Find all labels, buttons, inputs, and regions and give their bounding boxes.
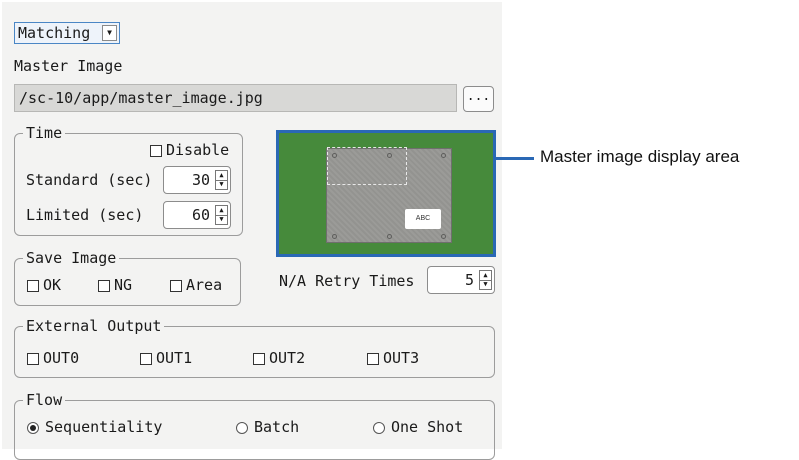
master-image-display[interactable]: ABC	[276, 130, 496, 257]
out3-label: OUT3	[383, 349, 420, 367]
out0-label: OUT0	[43, 349, 80, 367]
arrow-down-icon[interactable]: ▼	[216, 180, 227, 189]
external-output-group: External Output OUT0 OUT1 OUT2 OUT3	[14, 318, 495, 378]
standard-sec-stepper[interactable]: 30 ▲ ▼	[163, 166, 231, 194]
hole-mark	[332, 234, 337, 239]
hole-mark	[441, 234, 446, 239]
flow-group-title: Flow	[23, 392, 66, 408]
stepper-buttons[interactable]: ▲ ▼	[479, 270, 492, 290]
time-group: Time Disable Standard (sec) 30 ▲ ▼ Limit…	[14, 125, 243, 236]
time-group-title: Time	[23, 125, 66, 141]
flow-sequentiality-label: Sequentiality	[45, 418, 163, 436]
save-ok-checkbox[interactable]	[27, 280, 39, 292]
save-area-checkbox[interactable]	[170, 280, 182, 292]
na-retry-value: 5	[464, 271, 474, 289]
flow-sequentiality-radio[interactable]	[27, 422, 39, 434]
master-image-path-text: /sc-10/app/master_image.jpg	[19, 89, 263, 107]
disable-label: Disable	[166, 141, 230, 159]
mode-dropdown-value: Matching	[18, 24, 91, 42]
callout-label: Master image display area	[540, 147, 740, 166]
hole-mark	[441, 153, 446, 158]
arrow-down-icon[interactable]: ▼	[216, 215, 227, 224]
board-image: ABC	[326, 147, 452, 243]
flow-one-shot-radio[interactable]	[373, 422, 385, 434]
hole-mark	[387, 234, 392, 239]
stepper-buttons[interactable]: ▲ ▼	[215, 170, 228, 190]
disable-checkbox[interactable]	[150, 145, 162, 157]
limited-sec-label: Limited (sec)	[26, 206, 144, 224]
mode-dropdown[interactable]: Matching ▼	[14, 22, 120, 44]
flow-batch-radio[interactable]	[236, 422, 248, 434]
standard-sec-label: Standard (sec)	[26, 171, 153, 189]
out2-checkbox[interactable]	[253, 353, 265, 365]
out1-checkbox[interactable]	[140, 353, 152, 365]
save-image-group: Save Image OK NG Area	[14, 250, 241, 306]
out2-label: OUT2	[269, 349, 306, 367]
save-ng-label: NG	[114, 276, 133, 294]
limited-sec-value: 60	[191, 206, 210, 224]
external-output-group-title: External Output	[23, 318, 165, 334]
standard-sec-value: 30	[191, 171, 210, 189]
out3-checkbox[interactable]	[367, 353, 379, 365]
callout-line	[496, 157, 534, 160]
na-retry-stepper[interactable]: 5 ▲ ▼	[427, 266, 495, 294]
hole-mark	[387, 153, 392, 158]
save-area-label: Area	[186, 276, 223, 294]
master-image-path-field[interactable]: /sc-10/app/master_image.jpg	[14, 84, 457, 112]
limited-sec-stepper[interactable]: 60 ▲ ▼	[163, 201, 231, 229]
flow-group: Flow Sequentiality Batch One Shot	[14, 392, 495, 460]
arrow-down-icon[interactable]: ▼	[480, 280, 491, 289]
out0-checkbox[interactable]	[27, 353, 39, 365]
save-ng-checkbox[interactable]	[98, 280, 110, 292]
chevron-down-icon[interactable]: ▼	[102, 25, 117, 41]
out1-label: OUT1	[156, 349, 193, 367]
chip-label: ABC	[405, 209, 441, 229]
settings-panel: Matching ▼ Master Image /sc-10/app/maste…	[2, 2, 502, 460]
save-image-group-title: Save Image	[23, 250, 120, 266]
browse-button[interactable]: ...	[463, 86, 494, 112]
save-ok-label: OK	[43, 276, 62, 294]
na-retry-label: N/A Retry Times	[279, 272, 415, 290]
hole-mark	[332, 153, 337, 158]
flow-batch-label: Batch	[254, 418, 300, 436]
stepper-buttons[interactable]: ▲ ▼	[215, 205, 228, 225]
flow-one-shot-label: One Shot	[391, 418, 464, 436]
master-image-label: Master Image	[14, 57, 123, 75]
roi-rectangle[interactable]	[327, 147, 407, 185]
